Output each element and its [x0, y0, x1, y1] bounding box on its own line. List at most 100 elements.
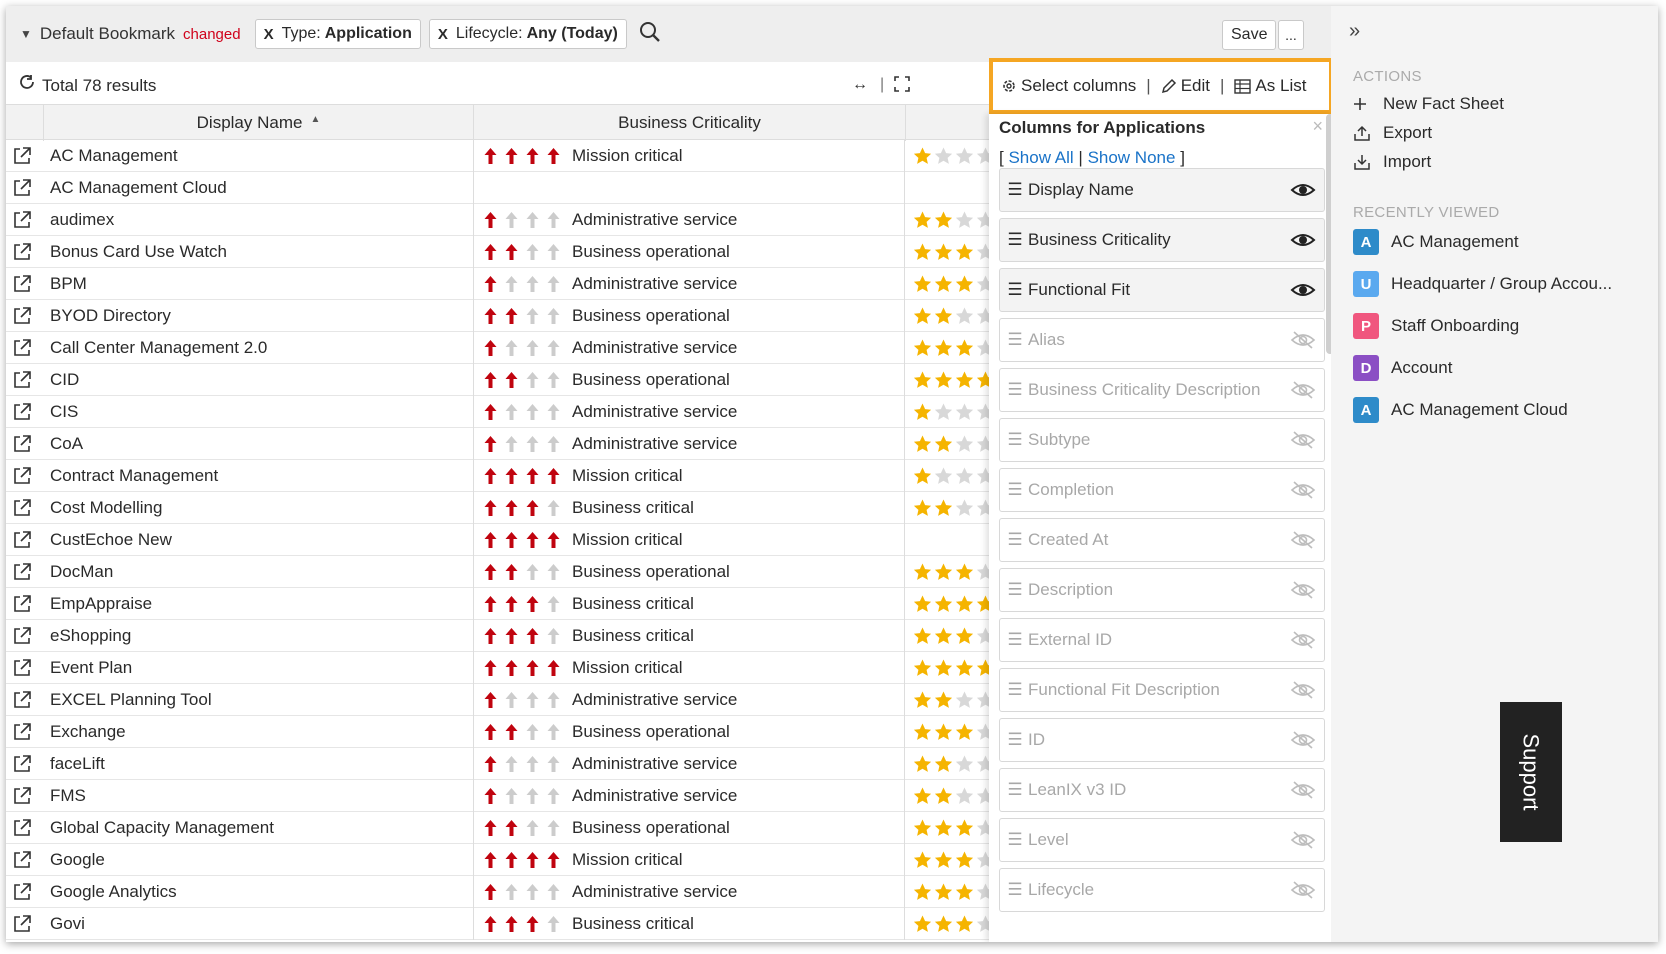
table-row[interactable]: Google Mission critical [6, 844, 1006, 876]
expand-width-icon[interactable]: ↔ [852, 76, 868, 94]
open-external-icon[interactable] [12, 338, 34, 358]
more-options-button[interactable]: ... [1278, 20, 1304, 50]
show-none-link[interactable]: Show None [1088, 148, 1176, 167]
cell-display-name[interactable]: Global Capacity Management [44, 812, 474, 844]
cell-display-name[interactable]: Exchange [44, 716, 474, 748]
drag-handle-icon[interactable]: ☰ [1002, 530, 1028, 550]
recent-item[interactable]: P Staff Onboarding [1353, 313, 1519, 339]
cell-display-name[interactable]: Call Center Management 2.0 [44, 332, 474, 364]
open-external-icon[interactable] [12, 626, 34, 646]
drag-handle-icon[interactable]: ☰ [1002, 380, 1028, 400]
open-external-icon[interactable] [12, 914, 34, 934]
recent-item[interactable]: U Headquarter / Group Accou... [1353, 271, 1612, 297]
remove-filter-icon[interactable]: X [438, 26, 448, 43]
table-row[interactable]: Call Center Management 2.0 Administrative… [6, 332, 1006, 364]
table-row[interactable]: CustEchoe New Mission critical [6, 524, 1006, 556]
recent-item[interactable]: D Account [1353, 355, 1452, 381]
column-item[interactable]: ☰ Lifecycle [999, 868, 1325, 912]
drag-handle-icon[interactable]: ☰ [1002, 580, 1028, 600]
table-row[interactable]: Event Plan Mission critical [6, 652, 1006, 684]
cell-display-name[interactable]: EXCEL Planning Tool [44, 684, 474, 716]
cell-display-name[interactable]: EmpAppraise [44, 588, 474, 620]
save-button[interactable]: Save [1222, 20, 1277, 50]
table-row[interactable]: AC Management Mission critical [6, 140, 1006, 172]
table-row[interactable]: Govi Business critical [6, 908, 1006, 940]
eye-icon[interactable] [1290, 180, 1316, 200]
drag-handle-icon[interactable]: ☰ [1002, 480, 1028, 500]
table-row[interactable]: audimex Administrative service [6, 204, 1006, 236]
table-row[interactable]: CoA Administrative service [6, 428, 1006, 460]
table-row[interactable]: Exchange Business operational [6, 716, 1006, 748]
cell-display-name[interactable]: Contract Management [44, 460, 474, 492]
cell-display-name[interactable]: AC Management Cloud [44, 172, 474, 204]
eye-slash-icon[interactable] [1290, 680, 1316, 700]
open-external-icon[interactable] [12, 658, 34, 678]
collapse-sidebar-icon[interactable]: » [1349, 20, 1360, 43]
table-row[interactable]: BYOD Directory Business operational [6, 300, 1006, 332]
eye-slash-icon[interactable] [1290, 530, 1316, 550]
caret-down-icon[interactable]: ▼ [20, 27, 32, 41]
search-icon[interactable] [639, 21, 661, 48]
column-item[interactable]: ☰ Completion [999, 468, 1325, 512]
eye-slash-icon[interactable] [1290, 330, 1316, 350]
cell-display-name[interactable]: AC Management [44, 140, 474, 172]
remove-filter-icon[interactable]: X [264, 26, 274, 43]
table-row[interactable]: Contract Management Mission critical [6, 460, 1006, 492]
open-external-icon[interactable] [12, 722, 34, 742]
cell-display-name[interactable]: CustEchoe New [44, 524, 474, 556]
show-all-link[interactable]: Show All [1008, 148, 1073, 167]
column-item[interactable]: ☰ Description [999, 568, 1325, 612]
table-row[interactable]: FMS Administrative service [6, 780, 1006, 812]
eye-slash-icon[interactable] [1290, 780, 1316, 800]
column-item[interactable]: ☰ Display Name [999, 168, 1325, 212]
table-row[interactable]: faceLift Administrative service [6, 748, 1006, 780]
open-external-icon[interactable] [12, 146, 34, 166]
open-external-icon[interactable] [12, 306, 34, 326]
cell-display-name[interactable]: audimex [44, 204, 474, 236]
filter-chip-lifecycle[interactable]: X Lifecycle: Any (Today) [428, 19, 627, 49]
column-item[interactable]: ☰ Created At [999, 518, 1325, 562]
as-list-button[interactable]: As List [1234, 76, 1306, 96]
table-row[interactable]: CID Business operational [6, 364, 1006, 396]
open-external-icon[interactable] [12, 850, 34, 870]
fullscreen-icon[interactable] [894, 76, 910, 97]
table-row[interactable]: AC Management Cloud [6, 172, 1006, 204]
drag-handle-icon[interactable]: ☰ [1002, 430, 1028, 450]
close-icon[interactable]: × [1312, 116, 1323, 137]
cell-display-name[interactable]: CID [44, 364, 474, 396]
eye-slash-icon[interactable] [1290, 430, 1316, 450]
drag-handle-icon[interactable]: ☰ [1002, 780, 1028, 800]
open-external-icon[interactable] [12, 562, 34, 582]
open-external-icon[interactable] [12, 786, 34, 806]
column-item[interactable]: ☰ LeanIX v3 ID [999, 768, 1325, 812]
column-item[interactable]: ☰ ID [999, 718, 1325, 762]
column-header-business-criticality[interactable]: Business Criticality [474, 105, 906, 141]
recent-item[interactable]: A AC Management [1353, 229, 1519, 255]
open-external-icon[interactable] [12, 210, 34, 230]
cell-display-name[interactable]: eShopping [44, 620, 474, 652]
drag-handle-icon[interactable]: ☰ [1002, 830, 1028, 850]
cell-display-name[interactable]: BPM [44, 268, 474, 300]
eye-icon[interactable] [1290, 280, 1316, 300]
cell-display-name[interactable]: Cost Modelling [44, 492, 474, 524]
table-row[interactable]: EXCEL Planning Tool Administrative servic… [6, 684, 1006, 716]
cell-display-name[interactable]: Bonus Card Use Watch [44, 236, 474, 268]
table-row[interactable]: Cost Modelling Business critical [6, 492, 1006, 524]
eye-slash-icon[interactable] [1290, 380, 1316, 400]
open-external-icon[interactable] [12, 402, 34, 422]
open-external-icon[interactable] [12, 466, 34, 486]
bookmark-title[interactable]: Default Bookmark [40, 24, 175, 44]
table-row[interactable]: Google Analytics Administrative service [6, 876, 1006, 908]
cell-display-name[interactable]: Govi [44, 908, 474, 940]
open-external-icon[interactable] [12, 690, 34, 710]
column-item[interactable]: ☰ Business Criticality [999, 218, 1325, 262]
eye-slash-icon[interactable] [1290, 480, 1316, 500]
column-item[interactable]: ☰ Functional Fit Description [999, 668, 1325, 712]
drag-handle-icon[interactable]: ☰ [1002, 280, 1028, 300]
cell-display-name[interactable]: CoA [44, 428, 474, 460]
column-item[interactable]: ☰ Subtype [999, 418, 1325, 462]
action-new-fact-sheet[interactable]: New Fact Sheet [1353, 94, 1504, 114]
cell-display-name[interactable]: faceLift [44, 748, 474, 780]
drag-handle-icon[interactable]: ☰ [1002, 330, 1028, 350]
table-row[interactable]: eShopping Business critical [6, 620, 1006, 652]
